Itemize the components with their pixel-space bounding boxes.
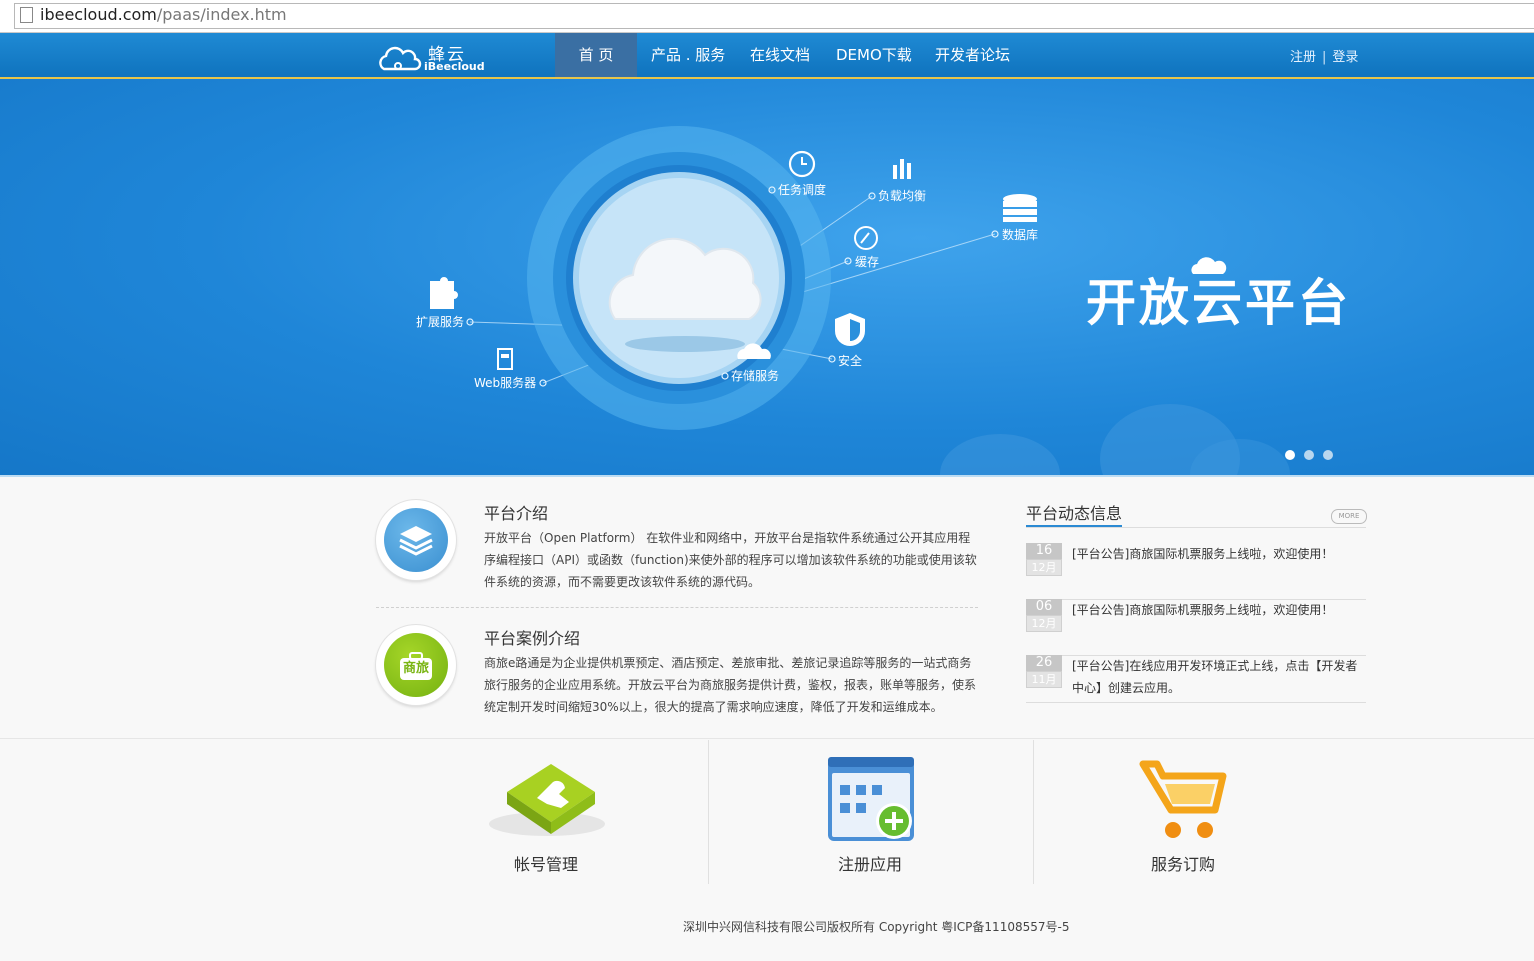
- footer-copyright: 深圳中兴网信科技有限公司版权所有 Copyright 粤ICP备11108557…: [683, 920, 1070, 934]
- url-path: /paas/index.htm: [156, 5, 287, 24]
- news-date: 26 11月: [1026, 655, 1062, 688]
- quick-separator: [708, 740, 709, 884]
- top-navigation: 蜂云 iBeecloud 首 页 产品 . 服务 在线文档 DEMO下载 开发者…: [0, 33, 1534, 79]
- briefcase-icon: 商旅: [384, 633, 448, 697]
- label-cache: 缓存: [855, 255, 880, 269]
- news-text[interactable]: [平台公告]商旅国际机票服务上线啦，欢迎使用！: [1072, 543, 1368, 565]
- auth-links: 注册 | 登录: [1290, 46, 1358, 65]
- news-item[interactable]: 06 12月 [平台公告]商旅国际机票服务上线啦，欢迎使用！: [1026, 599, 1366, 656]
- section-divider: [376, 607, 978, 608]
- news-day: 26: [1026, 655, 1062, 671]
- news-day: 16: [1026, 543, 1062, 559]
- label-extension: 扩展服务: [416, 315, 465, 329]
- register-app-label[interactable]: 注册应用: [838, 851, 902, 875]
- shopping-cart-icon[interactable]: [1139, 758, 1229, 848]
- news-item[interactable]: 26 11月 [平台公告]在线应用开发环境正式上线，点击【开发者中心】创建云应用。: [1026, 655, 1366, 703]
- register-link[interactable]: 注册: [1290, 50, 1316, 65]
- case-intro-title: 平台案例介绍: [484, 629, 581, 648]
- service-order-label[interactable]: 服务订购: [1151, 851, 1215, 875]
- news-title-underline: [1026, 525, 1122, 527]
- news-title-line: [1026, 527, 1366, 528]
- cloud-logo-icon: [379, 46, 422, 71]
- auth-separator: |: [1322, 50, 1327, 65]
- hero-banner[interactable]: 任务调度 负载均衡 数据库 缓存 扩展服务 Web服务器 存储服务 安全 开放云…: [0, 79, 1534, 477]
- news-month: 12月: [1026, 615, 1062, 632]
- news-text[interactable]: [平台公告]商旅国际机票服务上线啦，欢迎使用！: [1072, 599, 1368, 621]
- news-item[interactable]: 16 12月 [平台公告]商旅国际机票服务上线啦，欢迎使用！: [1026, 543, 1366, 600]
- browser-address-bar[interactable]: ibeecloud.com/paas/index.htm: [0, 0, 1534, 33]
- news-day: 06: [1026, 599, 1062, 615]
- platform-intro-title: 平台介绍: [484, 504, 549, 523]
- news-month: 11月: [1026, 671, 1062, 688]
- url-text[interactable]: ibeecloud.com/paas/index.htm: [40, 5, 287, 24]
- news-date: 06 12月: [1026, 599, 1062, 632]
- label-security: 安全: [838, 354, 863, 368]
- page-icon: [20, 7, 33, 23]
- quick-links-section: [0, 738, 1534, 889]
- nav-home[interactable]: 首 页: [555, 33, 637, 77]
- nav-forum[interactable]: 开发者论坛: [935, 33, 1010, 77]
- label-database: 数据库: [1002, 228, 1039, 242]
- nav-products[interactable]: 产品 . 服务: [651, 33, 725, 77]
- label-storage: 存储服务: [731, 369, 780, 383]
- case-icon-frame: 商旅: [376, 625, 456, 705]
- account-management-label[interactable]: 帐号管理: [514, 851, 578, 875]
- carousel-dot-1[interactable]: [1285, 450, 1295, 460]
- layers-icon: [384, 508, 448, 572]
- nav-demo[interactable]: DEMO下载: [836, 33, 912, 77]
- banner-title: 开放云平台: [1086, 274, 1351, 332]
- label-web-server: Web服务器: [474, 376, 537, 390]
- case-intro-text: 商旅e路通是为企业提供机票预定、酒店预定、差旅审批、差旅记录追踪等服务的一站式商…: [484, 656, 977, 714]
- case-badge-text: 商旅: [402, 661, 429, 676]
- platform-icon-frame: [376, 500, 456, 580]
- quick-separator: [1033, 740, 1034, 884]
- carousel-dot-2[interactable]: [1304, 450, 1314, 460]
- register-app-icon[interactable]: [828, 757, 918, 847]
- news-date: 16 12月: [1026, 543, 1062, 576]
- nav-docs[interactable]: 在线文档: [750, 33, 810, 77]
- account-management-icon[interactable]: [485, 752, 615, 842]
- label-load-balancing: 负载均衡: [878, 189, 927, 203]
- url-host: ibeecloud.com: [40, 5, 157, 24]
- news-title: 平台动态信息: [1026, 504, 1123, 523]
- login-link[interactable]: 登录: [1332, 50, 1358, 65]
- news-text[interactable]: [平台公告]在线应用开发环境正式上线，点击【开发者中心】创建云应用。: [1072, 655, 1368, 699]
- label-task-scheduling: 任务调度: [778, 183, 827, 197]
- logo-english: iBeecloud: [424, 60, 485, 73]
- platform-intro-text: 开放平台（Open Platform） 在软件业和网络中，开放平台是指软件系统通…: [484, 531, 977, 589]
- carousel-dots: [1285, 445, 1342, 464]
- site-logo[interactable]: 蜂云 iBeecloud: [376, 37, 496, 73]
- carousel-dot-3[interactable]: [1323, 450, 1333, 460]
- more-button[interactable]: MORE: [1331, 509, 1367, 524]
- news-month: 12月: [1026, 559, 1062, 576]
